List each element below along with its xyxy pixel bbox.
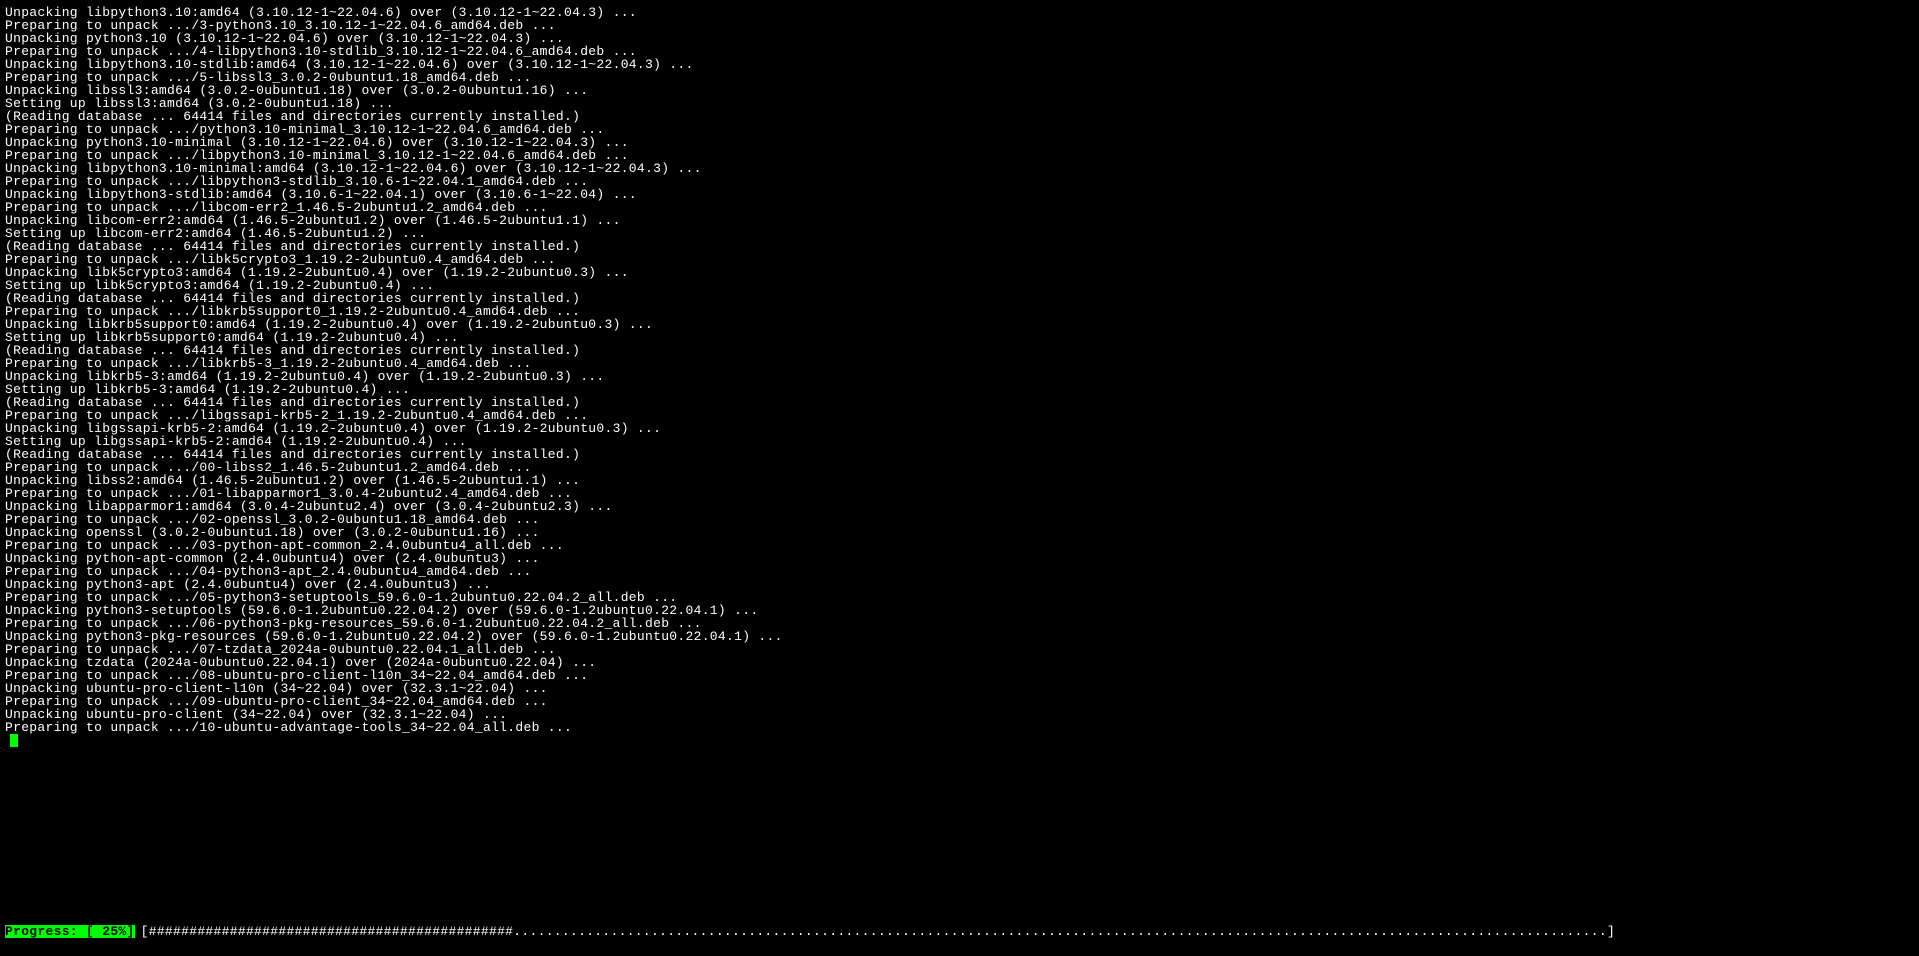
apt-progress-bar: Progress: [ 25%] [######################… xyxy=(5,925,1914,938)
terminal-output: Unpacking libpython3.10:amd64 (3.10.12-1… xyxy=(0,0,1919,747)
terminal-cursor xyxy=(10,734,18,747)
progress-percent-label: Progress: [ 25%] xyxy=(5,925,135,938)
terminal-line: Preparing to unpack .../10-ubuntu-advant… xyxy=(5,721,1914,734)
progress-bar-track: [#######################################… xyxy=(141,925,1615,938)
